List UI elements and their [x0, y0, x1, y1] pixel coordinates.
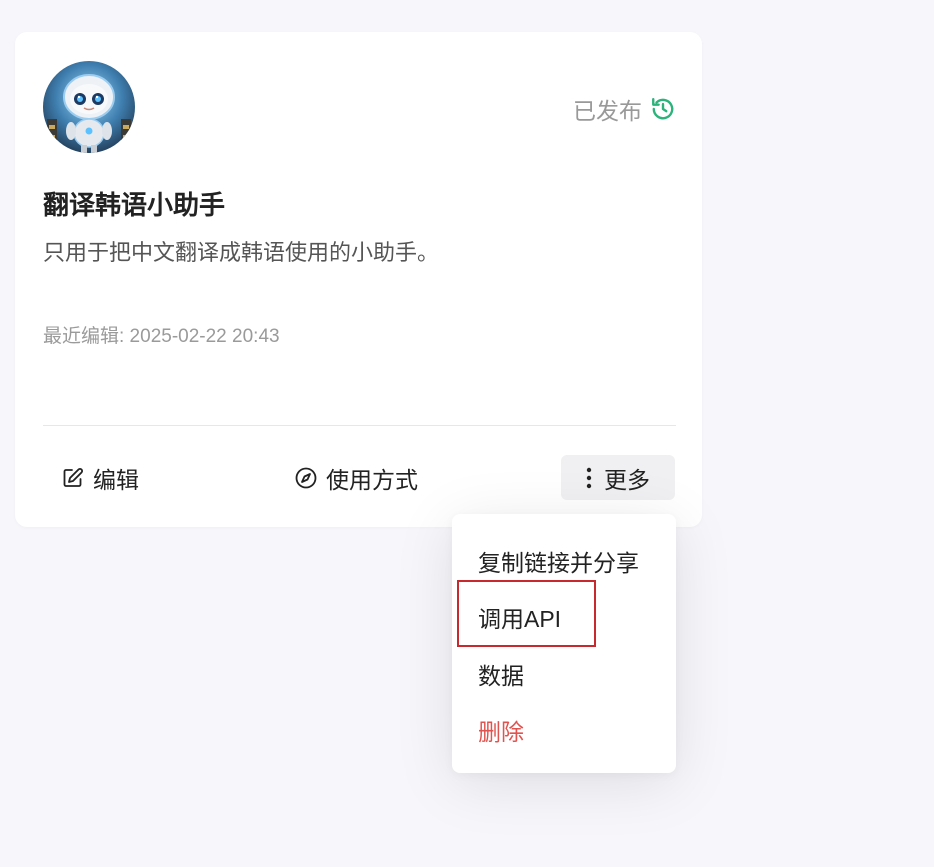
- status-label: 已发布: [573, 98, 642, 124]
- usage-button[interactable]: 使用方式: [294, 455, 418, 500]
- card-divider: [43, 425, 676, 426]
- agent-card[interactable]: 已发布 翻译韩语小助手 只用于把中文翻译成韩语使用的小助手。 最近编辑: 202…: [15, 32, 702, 527]
- edit-icon: [61, 466, 85, 490]
- avatar: [43, 61, 135, 153]
- edit-button[interactable]: 编辑: [61, 455, 139, 500]
- robot-avatar-image: [43, 61, 135, 153]
- menu-item-data[interactable]: 数据: [478, 657, 524, 691]
- more-button[interactable]: 更多: [561, 455, 675, 500]
- menu-item-call-api[interactable]: 调用API: [478, 600, 561, 634]
- card-description: 只用于把中文翻译成韩语使用的小助手。: [43, 240, 440, 265]
- last-edited-time: 最近编辑: 2025-02-22 20:43: [43, 326, 280, 347]
- more-dropdown-menu: 复制链接并分享 调用API 数据 删除: [452, 514, 676, 773]
- menu-item-delete[interactable]: 删除: [478, 713, 524, 747]
- usage-label: 使用方式: [326, 466, 418, 493]
- publish-status: 已发布: [573, 92, 676, 126]
- menu-item-copy-link-share[interactable]: 复制链接并分享: [478, 544, 639, 578]
- card-title: 翻译韩语小助手: [43, 190, 226, 220]
- history-icon[interactable]: [650, 96, 676, 122]
- more-vertical-icon: [586, 467, 592, 489]
- more-label: 更多: [604, 466, 650, 493]
- edit-label: 编辑: [93, 466, 139, 493]
- compass-icon: [294, 466, 318, 490]
